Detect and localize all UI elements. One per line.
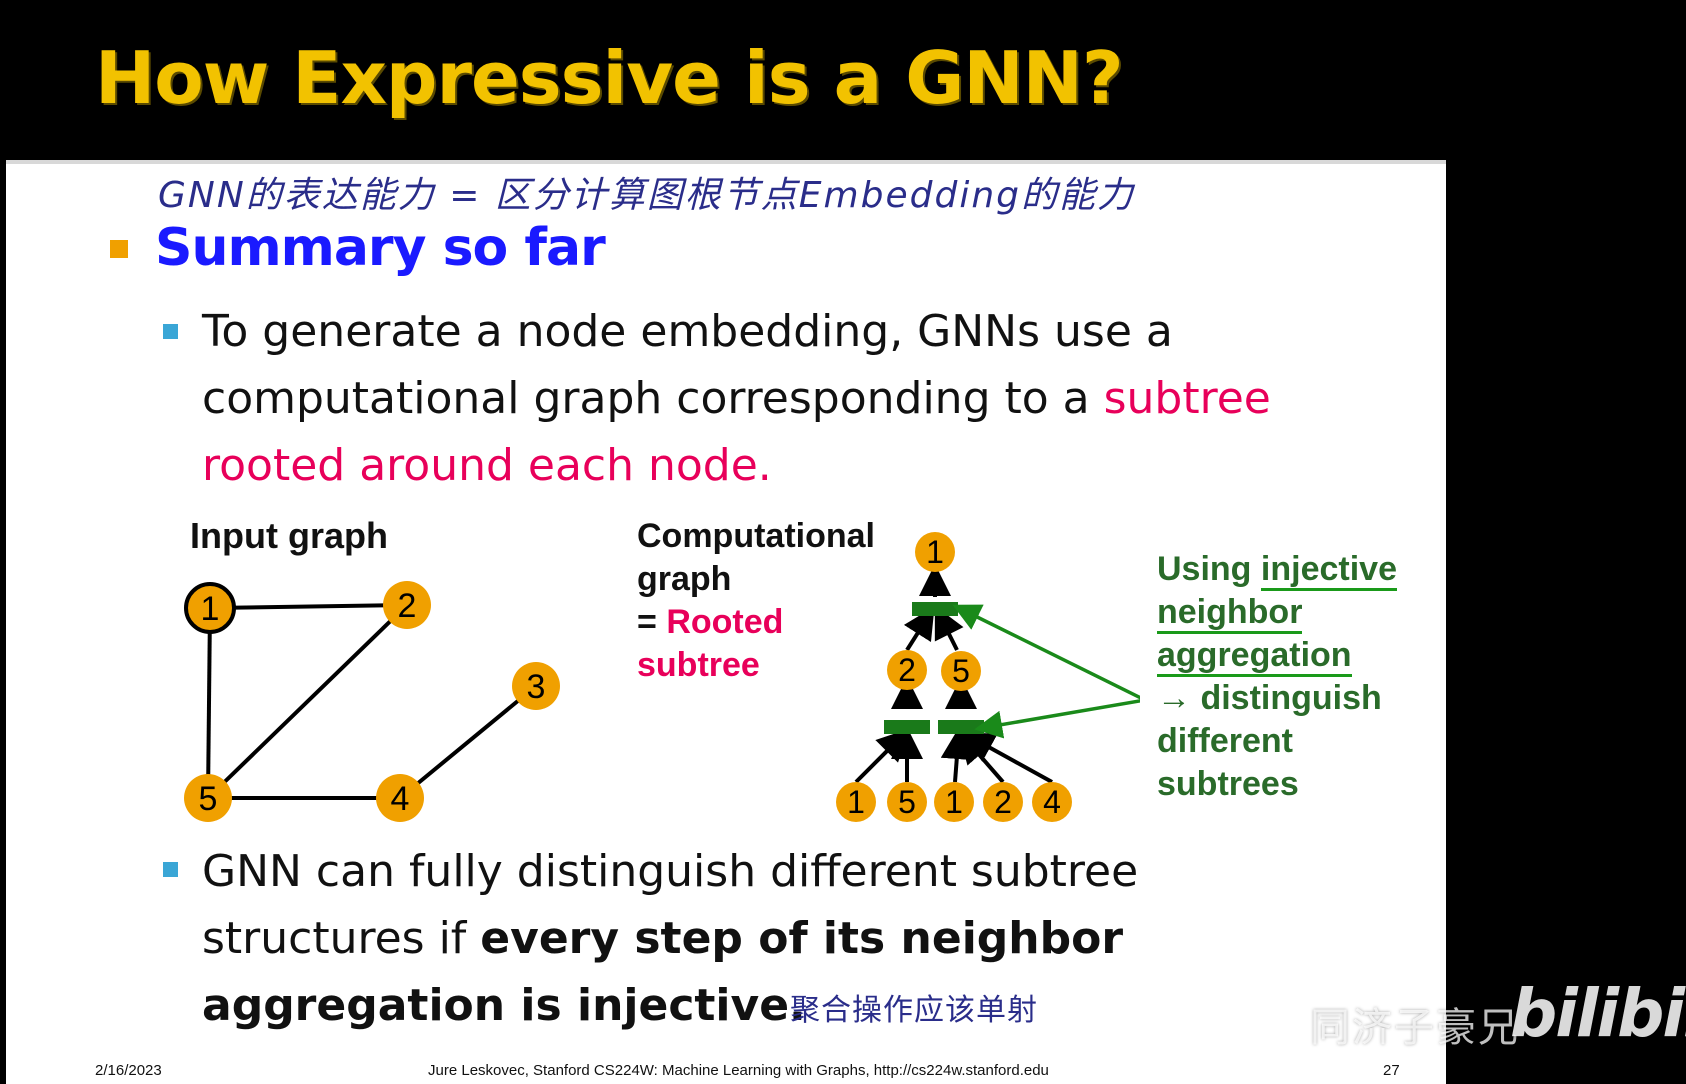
- svg-text:2: 2: [898, 652, 916, 688]
- input-graph: 1 2 3 4 5: [184, 581, 560, 822]
- handwritten-note-bottom: 聚合操作应该单射: [790, 993, 1038, 1028]
- svg-text:2: 2: [398, 587, 417, 625]
- green-aggregation: aggregation: [1157, 636, 1352, 677]
- tree-leaf: 4: [1032, 782, 1072, 822]
- green-injective: injective: [1260, 550, 1397, 591]
- bullet1-plain: To generate a node embedding, GNNs use a…: [202, 306, 1173, 424]
- green-arrow-bottom: [974, 699, 1140, 739]
- green-line2: neighbor: [1157, 591, 1397, 634]
- tree-node-level2: 2: [887, 650, 927, 690]
- green-line3: aggregation: [1157, 634, 1397, 677]
- sub-bullet-icon: [163, 324, 178, 339]
- bullet-square-icon: [110, 240, 128, 258]
- bilibili-logo: bilibili: [1510, 975, 1686, 1052]
- watermark-uploader: 同济子豪兄: [1310, 1005, 1520, 1051]
- heading-summary: Summary so far: [155, 218, 606, 278]
- slide-title: How Expressive is a GNN?: [95, 36, 1124, 120]
- comp-eq: =: [637, 603, 667, 641]
- tree-leaf: 1: [934, 782, 974, 822]
- svg-text:1: 1: [201, 590, 220, 628]
- arrow-leaf3: [940, 727, 973, 783]
- arrow-leaf5: [961, 732, 1053, 784]
- arrow-leaf4: [958, 730, 1005, 784]
- computational-tree: 1 2 5 1 5 1 2 4: [836, 532, 1140, 822]
- tree-root-node: 1: [915, 532, 955, 572]
- handwritten-note-top: GNN的表达能力 = 区分计算图根节点Embedding的能力: [158, 175, 1135, 216]
- node-2: 2: [383, 581, 431, 629]
- aggregator-left: [884, 720, 930, 734]
- edge-2-5: [206, 603, 409, 800]
- svg-text:1: 1: [926, 534, 944, 570]
- edge-1-2: [209, 603, 408, 610]
- tree-leaf: 2: [983, 782, 1023, 822]
- edge-4-3: [398, 684, 538, 800]
- node-5: 5: [184, 774, 232, 822]
- arrow-2-to-agg: [903, 606, 935, 652]
- injective-note: Using injective neighbor aggregation → d…: [1157, 548, 1397, 806]
- aggregator-right: [938, 720, 984, 734]
- footer-page-number: 27: [1383, 1062, 1400, 1079]
- svg-text:5: 5: [898, 784, 916, 820]
- footer-credit: Jure Leskovec, Stanford CS224W: Machine …: [428, 1062, 1049, 1079]
- bullet2-text: GNN can fully distinguish different subt…: [202, 838, 1202, 1039]
- green-line5: different: [1157, 722, 1293, 760]
- svg-text:4: 4: [391, 780, 410, 818]
- node-1: 1: [184, 582, 236, 634]
- input-graph-label: Input graph: [190, 515, 388, 556]
- sub-bullet-icon: [163, 862, 178, 877]
- svg-text:1: 1: [847, 784, 865, 820]
- edge-1-5: [206, 607, 212, 799]
- svg-text:2: 2: [994, 784, 1012, 820]
- tree-leaf: 1: [836, 782, 876, 822]
- comp-rooted: Rooted: [666, 603, 784, 641]
- tree-leaf: 5: [887, 782, 927, 822]
- node-4: 4: [376, 774, 424, 822]
- green-line6: subtrees: [1157, 765, 1299, 803]
- green-arrow-top: [952, 604, 1140, 700]
- svg-text:1: 1: [945, 784, 963, 820]
- green-using: Using: [1157, 550, 1261, 588]
- tree-node-level2: 5: [941, 651, 981, 691]
- aggregator-root: [912, 602, 958, 616]
- green-line1: Using injective: [1157, 548, 1397, 591]
- bullet1-text: To generate a node embedding, GNNs use a…: [202, 298, 1342, 499]
- node-3: 3: [512, 662, 560, 710]
- svg-text:3: 3: [527, 668, 546, 706]
- svg-text:5: 5: [952, 653, 970, 689]
- arrow-leaf1: [854, 728, 910, 784]
- green-neighbor: neighbor: [1157, 593, 1303, 634]
- svg-text:5: 5: [199, 780, 218, 818]
- footer-date: 2/16/2023: [95, 1062, 162, 1079]
- arrow-5-to-agg: [934, 605, 964, 651]
- svg-text:4: 4: [1043, 784, 1061, 820]
- green-line4: → distinguish: [1157, 679, 1382, 717]
